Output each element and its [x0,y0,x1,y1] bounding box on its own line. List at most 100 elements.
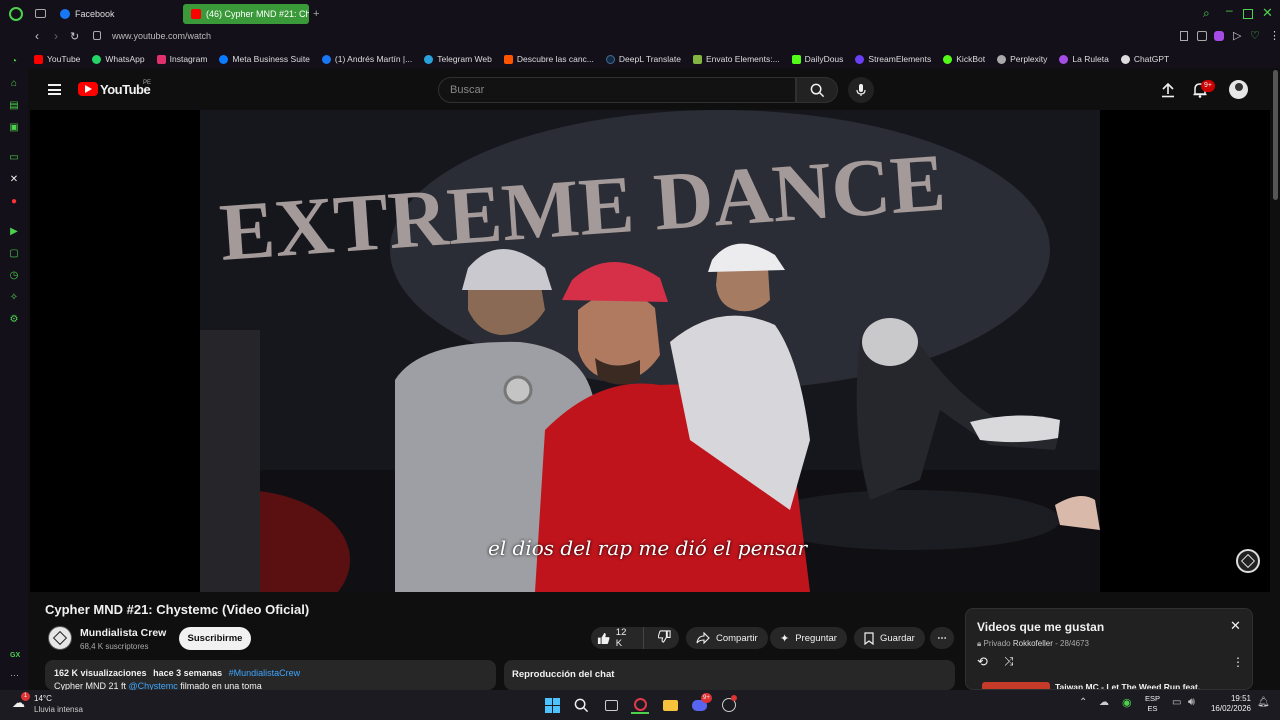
tab-facebook[interactable]: Facebook [52,4,123,24]
gx-mods-icon[interactable]: ▤ [8,100,20,112]
tab-youtube-video[interactable]: (46) Cypher MND #21: Chy [183,4,309,24]
subscribe-button[interactable]: Suscribirme [179,627,251,650]
taskbar-opera-gx[interactable] [631,696,649,714]
taskbar-file-explorer[interactable] [661,696,679,714]
search-button[interactable] [796,77,838,103]
gx-control-icon[interactable]: ◔ [8,56,20,68]
bookmark-dailydous[interactable]: DailyDous [786,54,850,64]
clock[interactable]: 19:51 16/02/2026 [1206,694,1251,714]
save-button[interactable]: Guardar [854,627,925,649]
maximize-icon[interactable] [1243,9,1253,19]
bookmark-soundcloud[interactable]: Descubre las canc... [498,54,600,64]
bookmark-envato[interactable]: Envato Elements:... [687,54,786,64]
gx-corner-icon[interactable]: ⌂ [8,78,20,90]
wallet-icon[interactable]: ▢ [8,248,20,260]
heart-icon[interactable]: ♡ [1250,29,1260,42]
tray-chevron-up-icon[interactable]: ⌃ [1079,697,1087,708]
forward-icon[interactable]: › [54,29,58,43]
bookmark-la-ruleta[interactable]: La Ruleta [1053,54,1114,64]
hashtag-link[interactable]: #MundialistaCrew [229,668,301,678]
like-button[interactable]: 12 K [591,627,644,649]
dislike-button[interactable] [650,630,679,646]
youtube-logo-icon[interactable] [78,82,98,96]
playlist-menu-icon[interactable]: ⋮ [1232,655,1244,669]
playlist-item-title[interactable]: Taiwan MC - Let The Weed Run feat. [1055,682,1200,689]
playlist-item-thumbnail[interactable] [982,682,1050,689]
channel-watermark-icon[interactable] [1236,549,1260,573]
volume-icon[interactable]: 🔊︎ [1188,696,1195,709]
gx-m-icon[interactable]: ▣ [8,122,20,134]
more-actions-button[interactable]: ⋯ [930,627,954,649]
discord-badge: 9+ [701,693,712,703]
envato-icon [692,54,702,64]
network-icon[interactable]: ▭ [1172,697,1181,708]
ask-button[interactable]: ✦ Preguntar [770,627,847,649]
pin-icon[interactable] [1180,31,1188,41]
extensions-icon[interactable]: ✧ [8,292,20,304]
bookmark-youtube[interactable]: YouTube [28,54,86,64]
voice-search-button[interactable] [848,77,874,103]
temperature[interactable]: 14°C [34,694,52,703]
sidebar-more-icon[interactable]: ⋯ [10,670,19,681]
start-button[interactable] [543,696,561,714]
bookmark-streamelements[interactable]: StreamElements [849,54,937,64]
nvidia-icon[interactable]: ◉ [1122,696,1132,709]
weather-condition[interactable]: Lluvia intensa [34,705,83,714]
tab-workspace-icon[interactable] [35,9,46,18]
hamburger-menu-icon[interactable] [48,84,61,95]
avatar[interactable] [1229,80,1248,99]
bookmark-telegram[interactable]: Telegram Web [418,54,498,64]
history-icon[interactable]: ◷ [8,270,20,282]
language-indicator[interactable]: ESP ES [1145,694,1160,714]
video-frame[interactable]: EXTREME DANCE [200,110,1100,592]
youtube-music-icon[interactable]: ● [8,196,20,208]
vpn-shield-icon[interactable] [1214,31,1224,41]
close-playlist-icon[interactable]: ✕ [1230,618,1241,634]
bookmark-facebook-profile[interactable]: (1) Andrés Martín |... [316,54,418,64]
mention-link[interactable]: @Chystemc [129,681,178,690]
bookmark-chatgpt[interactable]: ChatGPT [1115,54,1175,64]
back-icon[interactable]: ‹ [35,29,39,43]
bookmark-kickbot[interactable]: KickBot [937,54,991,64]
new-tab-button[interactable]: + [313,8,319,20]
menu-icon[interactable]: ⋮ [1269,29,1280,42]
minimize-icon[interactable]: – [1226,3,1233,17]
description-box[interactable]: 162 K visualizaciones hace 3 semanas #Mu… [45,660,496,690]
settings-icon[interactable]: ⚙ [8,314,20,326]
loop-icon[interactable]: ⟲ [977,654,988,670]
playlist-owner[interactable]: Rokkofeller [1013,639,1053,648]
channel-name[interactable]: Mundialista Crew [80,627,166,639]
taskbar-search-button[interactable] [572,696,590,714]
page-scrollbar[interactable] [1273,70,1278,200]
snapshot-icon[interactable] [1197,31,1207,41]
search-tabs-icon[interactable]: ⌕ [1203,6,1210,21]
onedrive-icon[interactable]: ☁ [1099,697,1109,708]
share-button[interactable]: Compartir [686,627,768,649]
task-view-button[interactable] [602,696,620,714]
twitch-icon[interactable]: ▭ [8,152,20,164]
privacy-label: Privado [983,639,1011,648]
chat-replay-button[interactable]: Reproducción del chat [504,660,955,690]
gx-label[interactable]: GX [10,652,20,659]
description-text: Cypher MND 21 ft [54,681,127,690]
reload-icon[interactable]: ↻ [70,30,79,43]
playlist-title[interactable]: Videos que me gustan [977,620,1104,634]
close-window-icon[interactable]: ✕ [1262,5,1273,21]
bookmark-deepl[interactable]: DeepL Translate [600,54,687,64]
bookmark-perplexity[interactable]: Perplexity [991,54,1053,64]
opera-gx-logo[interactable] [9,7,23,21]
search-input[interactable]: Buscar [438,77,796,103]
upload-icon[interactable] [1160,82,1176,98]
play-icon[interactable]: ▷ [1233,29,1241,42]
channel-avatar[interactable] [48,626,72,650]
bookmark-instagram[interactable]: Instagram [151,54,214,64]
player-icon[interactable]: ▶ [8,226,20,238]
url-field[interactable]: www.youtube.com/watch [112,31,211,41]
view-count: 162 K visualizaciones [54,668,147,678]
x-twitter-icon[interactable]: ✕ [8,174,20,186]
bookmark-whatsapp[interactable]: WhatsApp [86,54,150,64]
facebook-icon [60,9,70,19]
notification-bell-icon[interactable]: 🔔︎ [1257,697,1270,708]
shuffle-icon[interactable]: ⤨ [1004,654,1014,669]
bookmark-meta-business[interactable]: Meta Business Suite [213,54,315,64]
